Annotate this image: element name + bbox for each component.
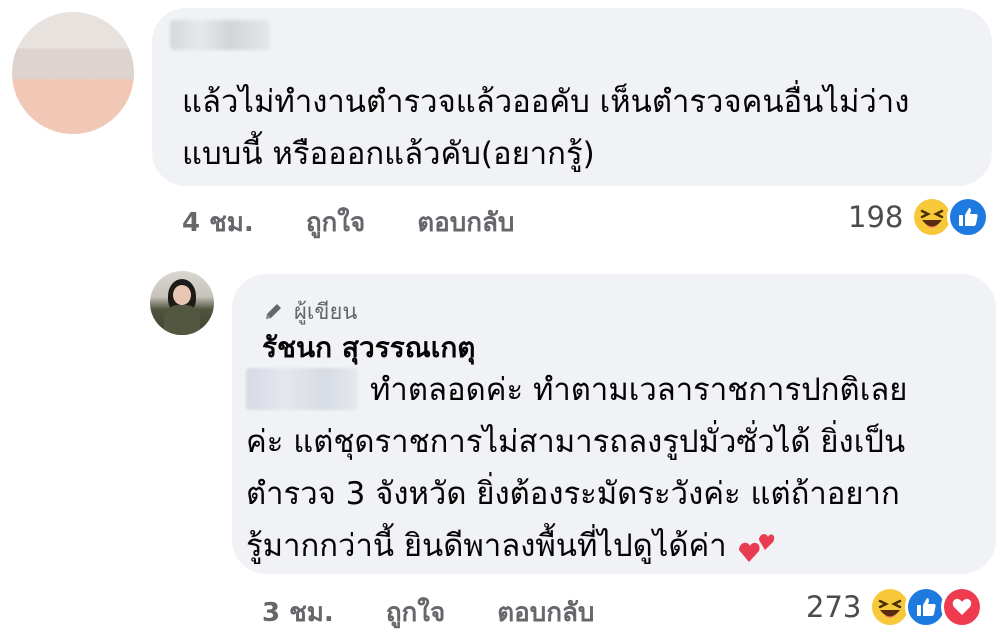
two-hearts-icon (735, 528, 775, 568)
like-button[interactable]: ถูกใจ (386, 592, 445, 633)
comment-line: แล้วไม่ทำงานตำรวจแล้วออคับ เห็นตำรวจคนอื… (182, 84, 910, 120)
author-badge-label: ผู้เขียน (294, 300, 358, 325)
commenter-name-blurred[interactable] (170, 20, 270, 50)
author-avatar[interactable] (150, 271, 214, 335)
like-button[interactable]: ถูกใจ (306, 202, 365, 243)
commenter-avatar[interactable] (12, 12, 134, 134)
reply-timestamp[interactable]: 3 ชม. (262, 592, 334, 633)
pen-icon (262, 301, 284, 323)
reply-button[interactable]: ตอบกลับ (417, 202, 514, 243)
reply-line: ตำรวจ 3 จังหวัด ยิ่งต้องระมัดระวังค่ะ แต… (246, 476, 900, 512)
reply-button[interactable]: ตอบกลับ (497, 592, 594, 633)
reply-actions: 3 ชม. ถูกใจ ตอบกลับ (262, 592, 594, 633)
reply-line: ทำตลอดค่ะ ทำตามเวลาราชการปกติเลย (370, 372, 908, 408)
comment-timestamp[interactable]: 4 ชม. (182, 202, 254, 243)
comment-reactions[interactable]: 198 (848, 196, 990, 238)
reply-line: รู้มากกว่านี้ ยินดีพาลงพื้นที่ไปดูได้ค่า (246, 528, 727, 564)
reaction-count: 198 (848, 200, 904, 234)
reply-bubble: ผู้เขียน รัชนก สุวรรณเกตุ ทำตลอดค่ะ ทำตา… (232, 274, 996, 574)
like-icon (947, 196, 990, 238)
comment-actions: 4 ชม. ถูกใจ ตอบกลับ (182, 202, 514, 243)
reaction-count: 273 (806, 590, 862, 624)
reply-text: ทำตลอดค่ะ ทำตามเวลาราชการปกติเลย ค่ะ แต่… (246, 364, 907, 572)
comment-line: แบบนี้ หรือออกแล้วคับ(อยากรู้) (182, 136, 595, 172)
author-badge: ผู้เขียน (262, 294, 357, 329)
comment-bubble: แล้วไม่ทำงานตำรวจแล้วออคับ เห็นตำรวจคนอื… (152, 8, 992, 186)
reply-reactions[interactable]: 273 (806, 586, 984, 628)
comment-text: แล้วไม่ทำงานตำรวจแล้วออคับ เห็นตำรวจคนอื… (182, 76, 909, 180)
reply-line: ค่ะ แต่ชุดราชการไม่สามารถลงรูปมั่วซั่วได… (246, 424, 906, 460)
love-icon (941, 586, 984, 628)
